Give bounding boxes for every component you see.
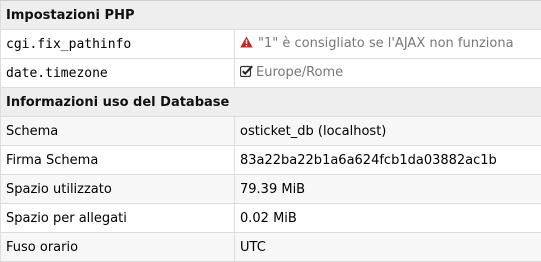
setting-value: "1" è consigliato se l'AJAX non funziona [233,29,541,59]
setting-value: Europe/Rome [233,58,541,88]
section-title: Informazioni uso del Database [0,87,541,117]
section-header-database: Informazioni uso del Database [0,87,541,117]
setting-value-text: Europe/Rome [256,65,344,80]
info-name: Schema [0,116,235,146]
warning-icon [240,36,253,52]
info-value: osticket_db (localhost) [233,116,541,146]
info-value: 83a22ba22b1a6a624fcb1da03882ac1b [233,145,541,175]
setting-value-text: "1" è consigliato se l'AJAX non funziona [258,36,514,51]
section-title: Impostazioni PHP [0,0,541,30]
setting-name: date.timezone [0,58,235,88]
table-row: Spazio per allegati 0.02 MiB [0,203,541,233]
setting-name: cgi.fix_pathinfo [0,29,235,59]
info-name: Spazio per allegati [0,203,235,233]
table-row-date-timezone: date.timezone Europe/Rome [0,58,541,88]
info-name: Firma Schema [0,145,235,175]
table-row: Firma Schema 83a22ba22b1a6a624fcb1da0388… [0,145,541,175]
settings-table: Impostazioni PHP cgi.fix_pathinfo "1" è … [0,0,541,262]
table-row-cgi-fix-pathinfo: cgi.fix_pathinfo "1" è consigliato se l'… [0,29,541,59]
info-name: Spazio utilizzato [0,174,235,204]
checkbox-checked-icon [239,65,253,81]
info-name: Fuso orario [0,232,235,262]
table-row: Fuso orario UTC [0,232,541,262]
info-value: 79.39 MiB [233,174,541,204]
info-value: 0.02 MiB [233,203,541,233]
info-value: UTC [233,232,541,262]
table-row: Spazio utilizzato 79.39 MiB [0,174,541,204]
table-row: Schema osticket_db (localhost) [0,116,541,146]
section-header-php: Impostazioni PHP [0,0,541,30]
